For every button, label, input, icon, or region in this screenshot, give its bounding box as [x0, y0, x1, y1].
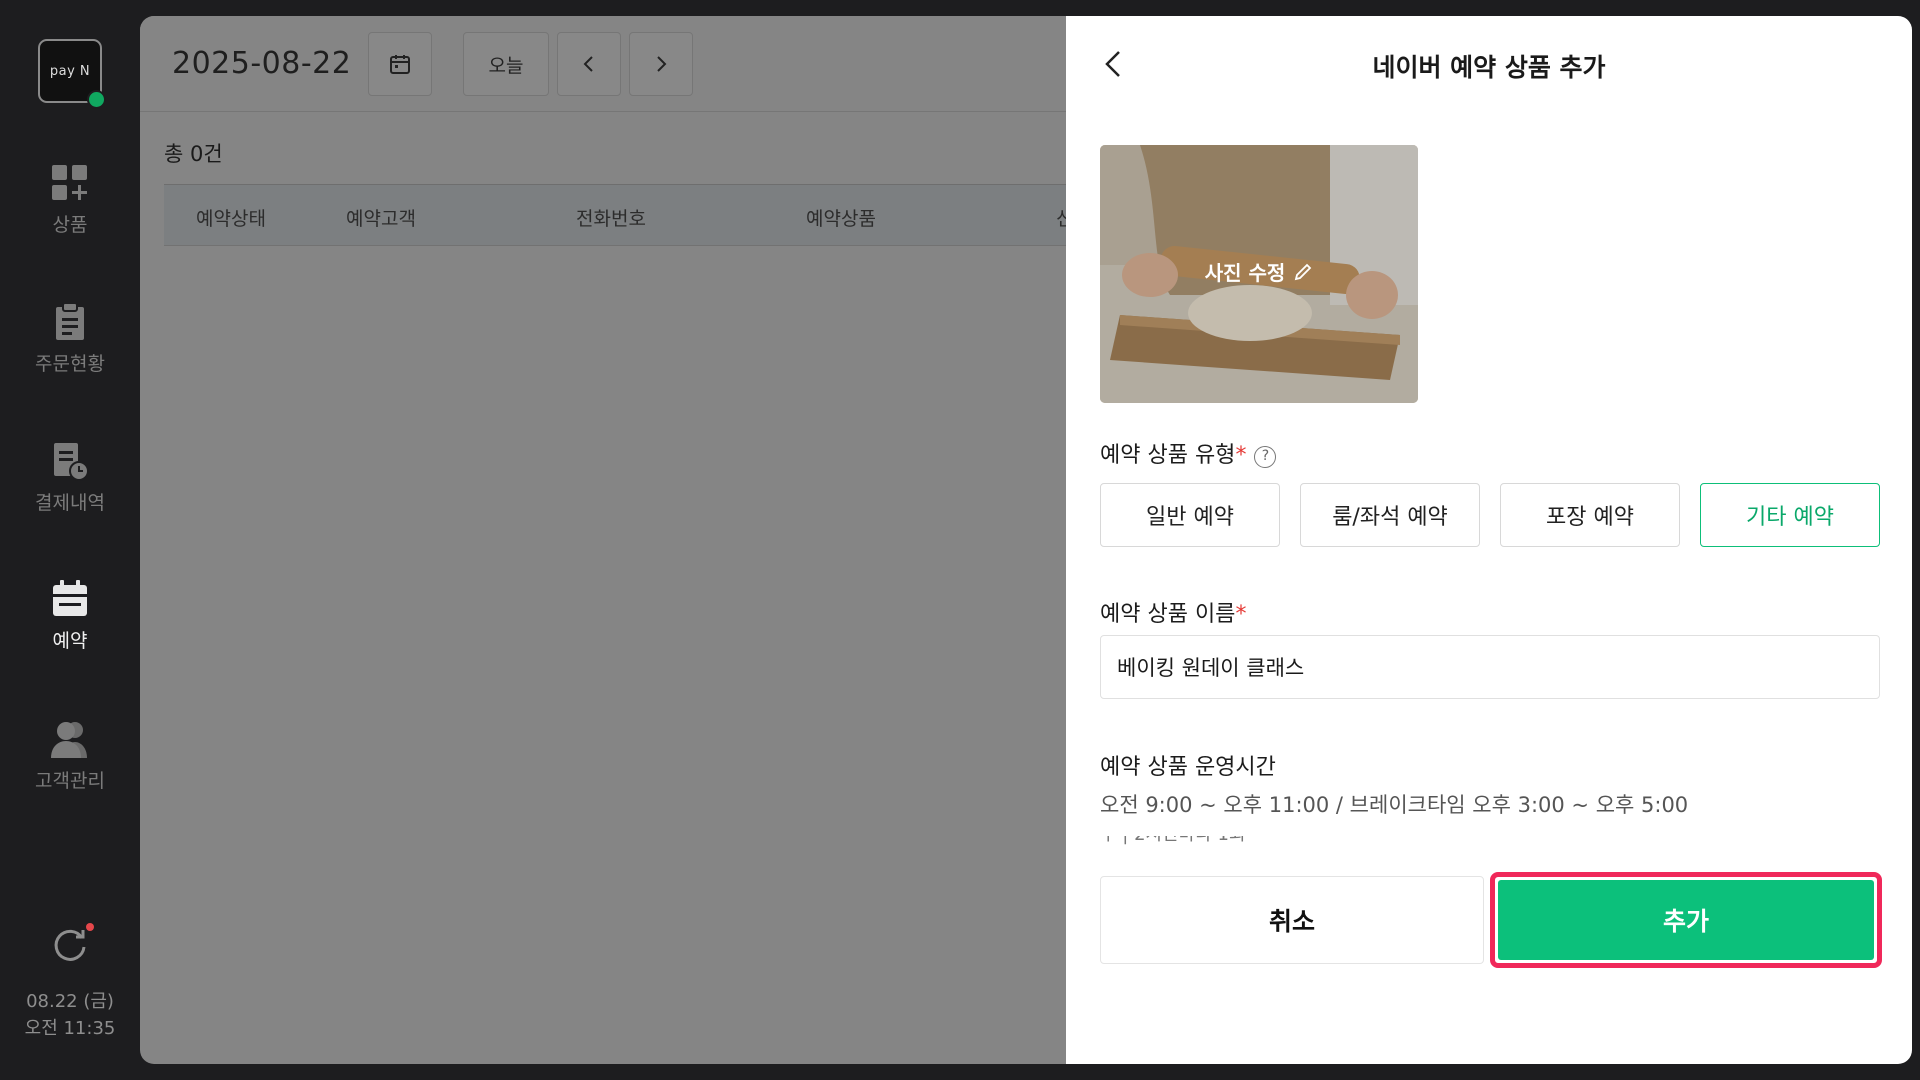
hours-value: 오전 9:00 ~ 오후 11:00 / 브레이크타임 오후 3:00 ~ 오후…: [1100, 793, 1689, 817]
calendar-icon: [390, 55, 410, 74]
sidebar-item-products[interactable]: 상품: [0, 162, 140, 237]
photo-edit-label: 사진 수정: [1204, 261, 1286, 285]
pencil-icon: [1295, 263, 1312, 280]
receipt-clock-icon: [54, 443, 89, 481]
required-mark: *: [1235, 602, 1247, 627]
current-date: 08.22 (금): [26, 991, 114, 1012]
column-header: 예약상품: [806, 208, 876, 230]
today-button[interactable]: 오늘: [463, 32, 549, 96]
product-name-input[interactable]: 베이킹 원데이 클래스: [1100, 635, 1880, 699]
table-header: 예약상태 예약고객 전화번호 예약상품 신: [164, 184, 1066, 246]
sidebar-item-customers[interactable]: 고객관리: [0, 718, 140, 793]
help-icon[interactable]: ?: [1254, 446, 1277, 468]
sidebar-item-label: 고객관리: [35, 770, 105, 792]
prev-date-button[interactable]: [557, 32, 621, 96]
online-status-dot: [87, 90, 106, 109]
type-label: 예약 상품 유형: [1100, 443, 1236, 468]
name-label-row: 예약 상품 이름*: [1100, 596, 1246, 628]
calendar-icon: [53, 580, 87, 616]
type-other-button[interactable]: 기타 예약: [1700, 483, 1880, 547]
clipboard-icon: [56, 302, 84, 340]
type-room-seat-button[interactable]: 룸/좌석 예약: [1300, 483, 1480, 547]
column-header: 전화번호: [576, 208, 646, 230]
users-icon: [51, 722, 87, 758]
sidebar-item-orders[interactable]: 주문현황: [0, 301, 140, 376]
sidebar-item-label: 상품: [52, 214, 88, 236]
type-label-row: 예약 상품 유형*?: [1100, 437, 1277, 469]
sidebar-item-label: 결제내역: [35, 492, 105, 514]
photo-edit-button[interactable]: 사진 수정: [1100, 257, 1418, 286]
total-count: 총 0건: [164, 142, 223, 166]
type-takeout-button[interactable]: 포장 예약: [1500, 483, 1680, 547]
current-time: 오전 11:35: [24, 1018, 116, 1039]
add-product-panel: 네이버 예약 상품 추가 사진 수정 예약 상품 유형*? 일반 예약 룸/좌석…: [1066, 16, 1912, 1064]
add-button[interactable]: 추가: [1498, 880, 1874, 960]
selected-date: 2025-08-22: [172, 46, 352, 81]
hours-label: 예약 상품 운영시간: [1100, 755, 1276, 780]
sidebar-item-label: 예약: [52, 630, 88, 652]
product-grid-icon: [52, 165, 87, 200]
reservation-list-area: 2025-08-22 오늘 총 0건 예약상태 예약고객 전화번호 예약상품 신: [140, 16, 1066, 1064]
sidebar-item-payments[interactable]: 결제내역: [0, 440, 140, 515]
chevron-left-icon: [583, 56, 593, 72]
name-label: 예약 상품 이름: [1100, 602, 1236, 627]
truncated-text: 수 | 2시간마다 1회: [1100, 836, 1246, 845]
product-photo[interactable]: 사진 수정: [1100, 145, 1418, 403]
notification-dot: [86, 923, 94, 931]
column-header: 신: [1056, 208, 1066, 230]
date-toolbar: 2025-08-22 오늘: [140, 16, 1066, 112]
column-header: 예약상태: [196, 208, 266, 230]
chevron-right-icon: [657, 56, 667, 72]
calendar-picker-button[interactable]: [368, 32, 432, 96]
panel-title: 네이버 예약 상품 추가: [1372, 53, 1606, 82]
next-date-button[interactable]: [629, 32, 693, 96]
refresh-icon[interactable]: [50, 925, 90, 965]
type-general-button[interactable]: 일반 예약: [1100, 483, 1280, 547]
required-mark: *: [1235, 443, 1247, 468]
cancel-button[interactable]: 취소: [1100, 876, 1484, 964]
table-body: [164, 246, 1066, 1064]
sidebar-item-label: 주문현황: [35, 353, 105, 375]
sidebar: pay N 상품 주문현황 결제내역 예약 고객관리 08.22 (금) 오전 …: [0, 0, 140, 1080]
add-button-highlight: 추가: [1490, 872, 1882, 968]
column-header: 예약고객: [346, 208, 416, 230]
scrolled-content-edge: 수 | 2시간마다 1회: [1100, 836, 1400, 846]
sidebar-item-reservations[interactable]: 예약: [0, 578, 140, 653]
